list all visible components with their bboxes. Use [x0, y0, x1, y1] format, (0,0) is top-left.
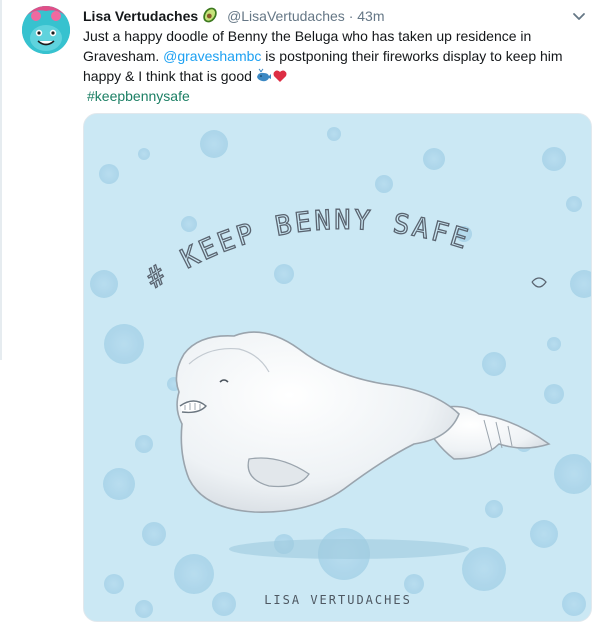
avocado-icon [203, 7, 217, 23]
user-handle[interactable]: @LisaVertudaches [227, 8, 345, 24]
tweet-body: Just a happy doodle of Benny the Beluga … [83, 26, 563, 86]
separator-dot: · [348, 8, 354, 24]
tweet-text: Just a happy doodle of Benny the Beluga … [83, 26, 563, 106]
timestamp[interactable]: 43m [357, 8, 384, 24]
avatar-illustration [22, 6, 70, 54]
hashtag-link[interactable]: #keepbennysafe [83, 86, 563, 106]
mention-link[interactable]: @graveshambc [163, 48, 261, 64]
mention-text: @gravesham [163, 48, 247, 64]
bottom-spacer [0, 622, 604, 630]
tweet-image[interactable]: # KEEP BENNY SAFE LISA VERTUDACHES [83, 113, 592, 622]
mention-text-tail: bc [246, 48, 262, 64]
timeline-border [0, 0, 2, 360]
chevron-down-icon[interactable] [571, 8, 587, 24]
tweet-header: Lisa Vertudaches @LisaVertudaches · 43m [83, 5, 384, 27]
whale-icon [256, 68, 271, 82]
heart-icon [273, 70, 287, 82]
display-name[interactable]: Lisa Vertudaches [83, 8, 198, 24]
beluga-illustration: # KEEP BENNY SAFE LISA VERTUDACHES [84, 114, 591, 621]
profile-avatar[interactable] [22, 6, 70, 54]
image-signature: LISA VERTUDACHES [264, 593, 412, 607]
